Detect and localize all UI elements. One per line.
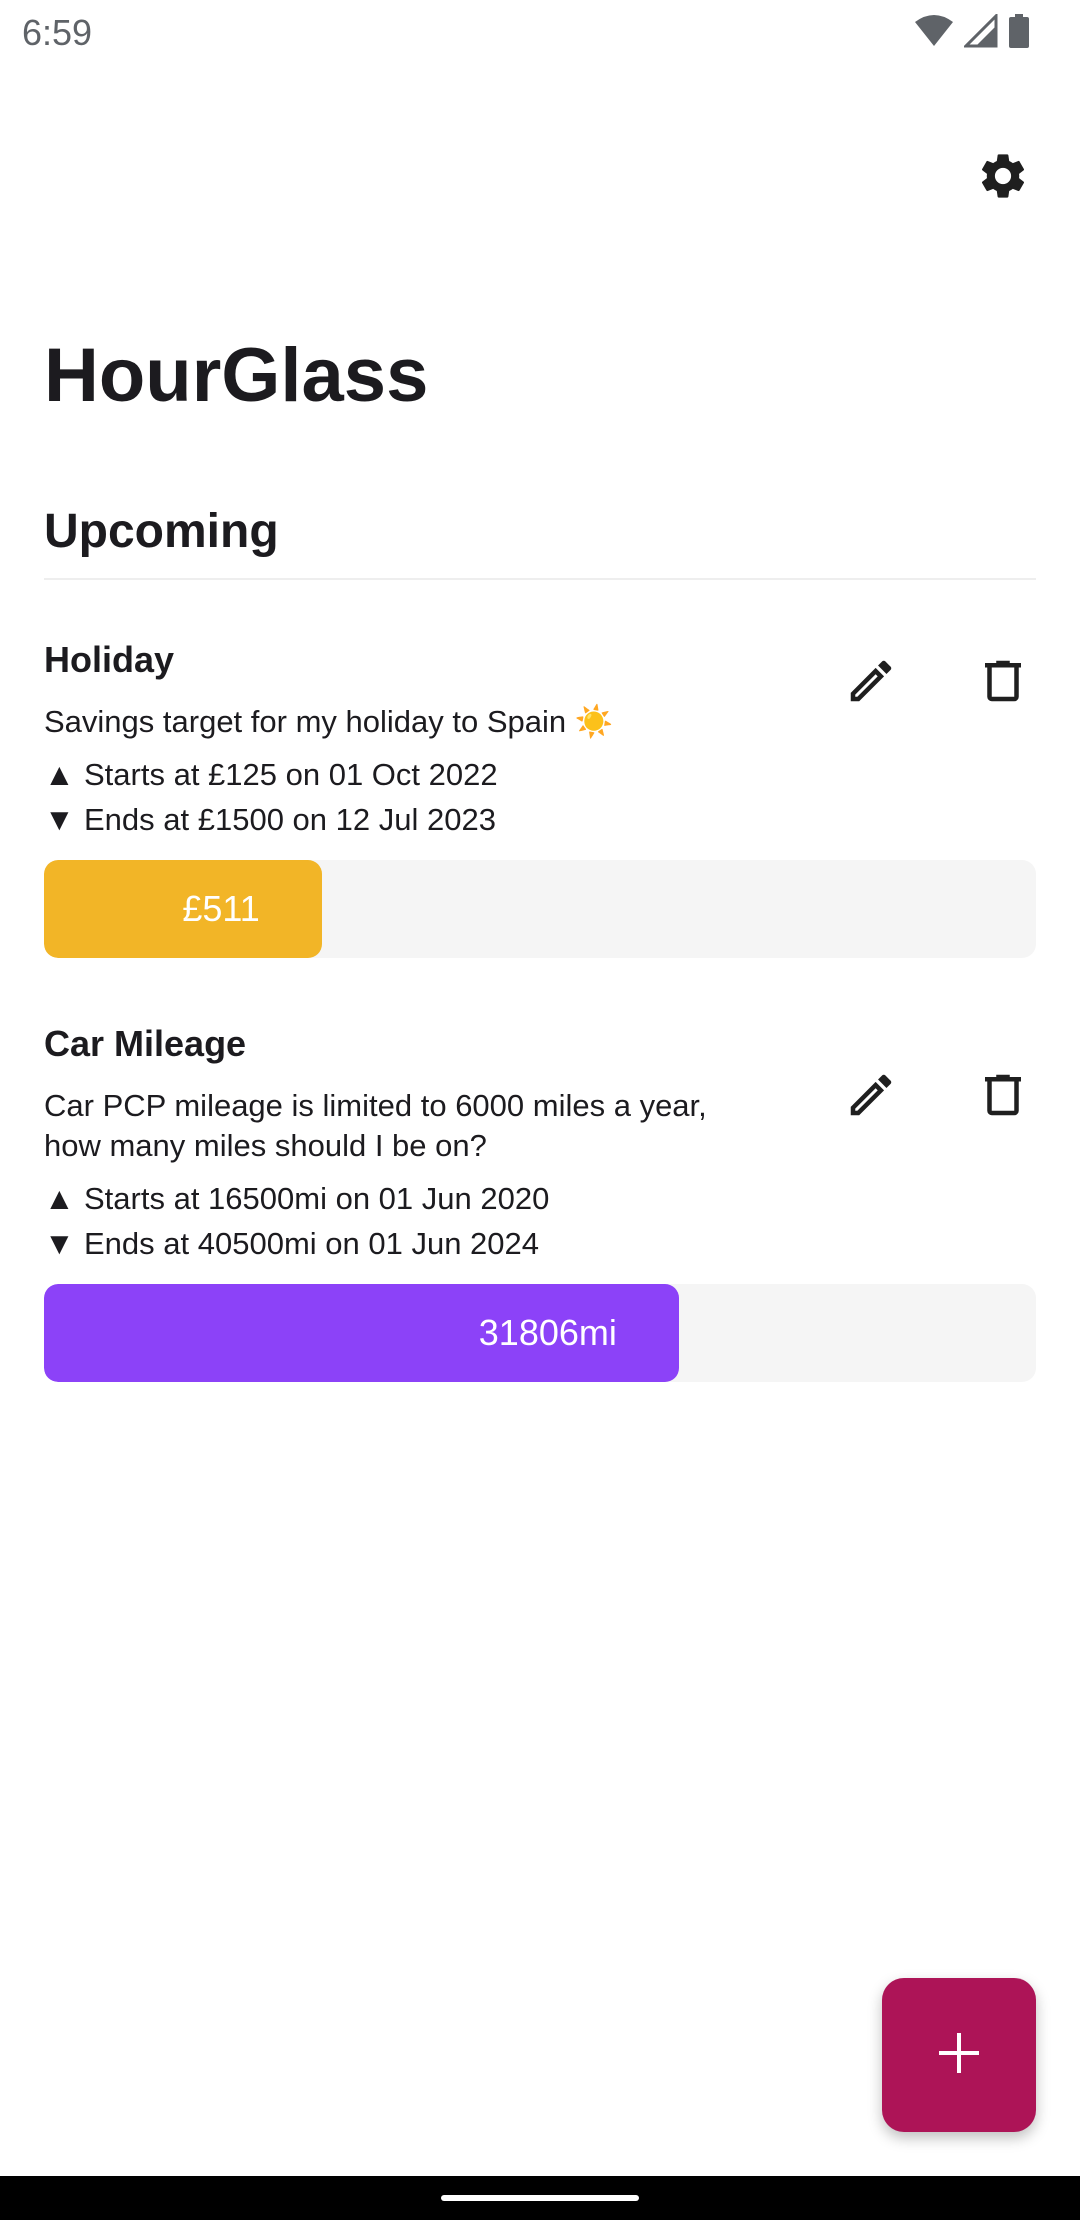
card-start-line: ▲ Starts at 16500mi on 01 Jun 2020: [44, 1176, 1036, 1221]
wifi-icon: [914, 14, 954, 53]
progress-fill: 31806mi: [44, 1283, 679, 1382]
card-end-line: ▼ Ends at £1500 on 12 Jul 2023: [44, 797, 1036, 842]
card-actions: [838, 1064, 1036, 1130]
trash-icon: [976, 654, 1030, 713]
up-arrow-icon: ▲: [44, 756, 75, 792]
down-arrow-icon: ▼: [44, 1225, 75, 1261]
countdown-card-holiday[interactable]: Holiday Savings target for my holiday to…: [44, 640, 1036, 958]
countdown-card-car-mileage[interactable]: Car Mileage Car PCP mileage is limited t…: [44, 1024, 1036, 1382]
delete-button[interactable]: [970, 650, 1036, 716]
status-bar: 6:59: [0, 0, 1080, 66]
card-description: Car PCP mileage is limited to 6000 miles…: [44, 1087, 707, 1163]
up-arrow-icon: ▲: [44, 1180, 75, 1216]
edit-button[interactable]: [838, 650, 904, 716]
battery-icon: [1008, 14, 1030, 53]
status-icons: [914, 12, 1030, 53]
progress-value: 31806mi: [478, 1311, 617, 1353]
card-end-text: Ends at 40500mi on 01 Jun 2024: [84, 1225, 540, 1261]
progress-fill: £511: [44, 859, 322, 958]
card-end-text: Ends at £1500 on 12 Jul 2023: [84, 801, 496, 837]
edit-button[interactable]: [838, 1064, 904, 1130]
progress-bar: £511: [44, 859, 1036, 958]
plus-icon: [937, 2031, 981, 2080]
section-divider: [44, 578, 1036, 580]
card-start-text: Starts at 16500mi on 01 Jun 2020: [84, 1180, 550, 1216]
signal-icon: [962, 12, 998, 53]
navigation-bar: [0, 2176, 1080, 2220]
card-actions: [838, 650, 1036, 716]
pencil-icon: [844, 654, 898, 713]
pencil-icon: [844, 1068, 898, 1127]
progress-bar: 31806mi: [44, 1283, 1036, 1382]
card-start-text: Starts at £125 on 01 Oct 2022: [84, 756, 498, 792]
delete-button[interactable]: [970, 1064, 1036, 1130]
down-arrow-icon: ▼: [44, 801, 75, 837]
card-end-line: ▼ Ends at 40500mi on 01 Jun 2024: [44, 1221, 1036, 1266]
app-title: HourGlass: [44, 333, 429, 418]
status-time: 6:59: [22, 12, 93, 53]
card-title: Car Mileage: [44, 1023, 247, 1064]
add-button[interactable]: [882, 1978, 1036, 2132]
card-start-line: ▲ Starts at £125 on 01 Oct 2022: [44, 752, 1036, 797]
trash-icon: [976, 1068, 1030, 1127]
settings-button[interactable]: [970, 145, 1036, 211]
card-description: Savings target for my holiday to Spain ☀…: [44, 703, 614, 739]
home-indicator[interactable]: [441, 2195, 639, 2201]
progress-value: £511: [182, 887, 260, 929]
section-title: Upcoming: [44, 505, 279, 558]
gear-icon: [976, 149, 1030, 208]
